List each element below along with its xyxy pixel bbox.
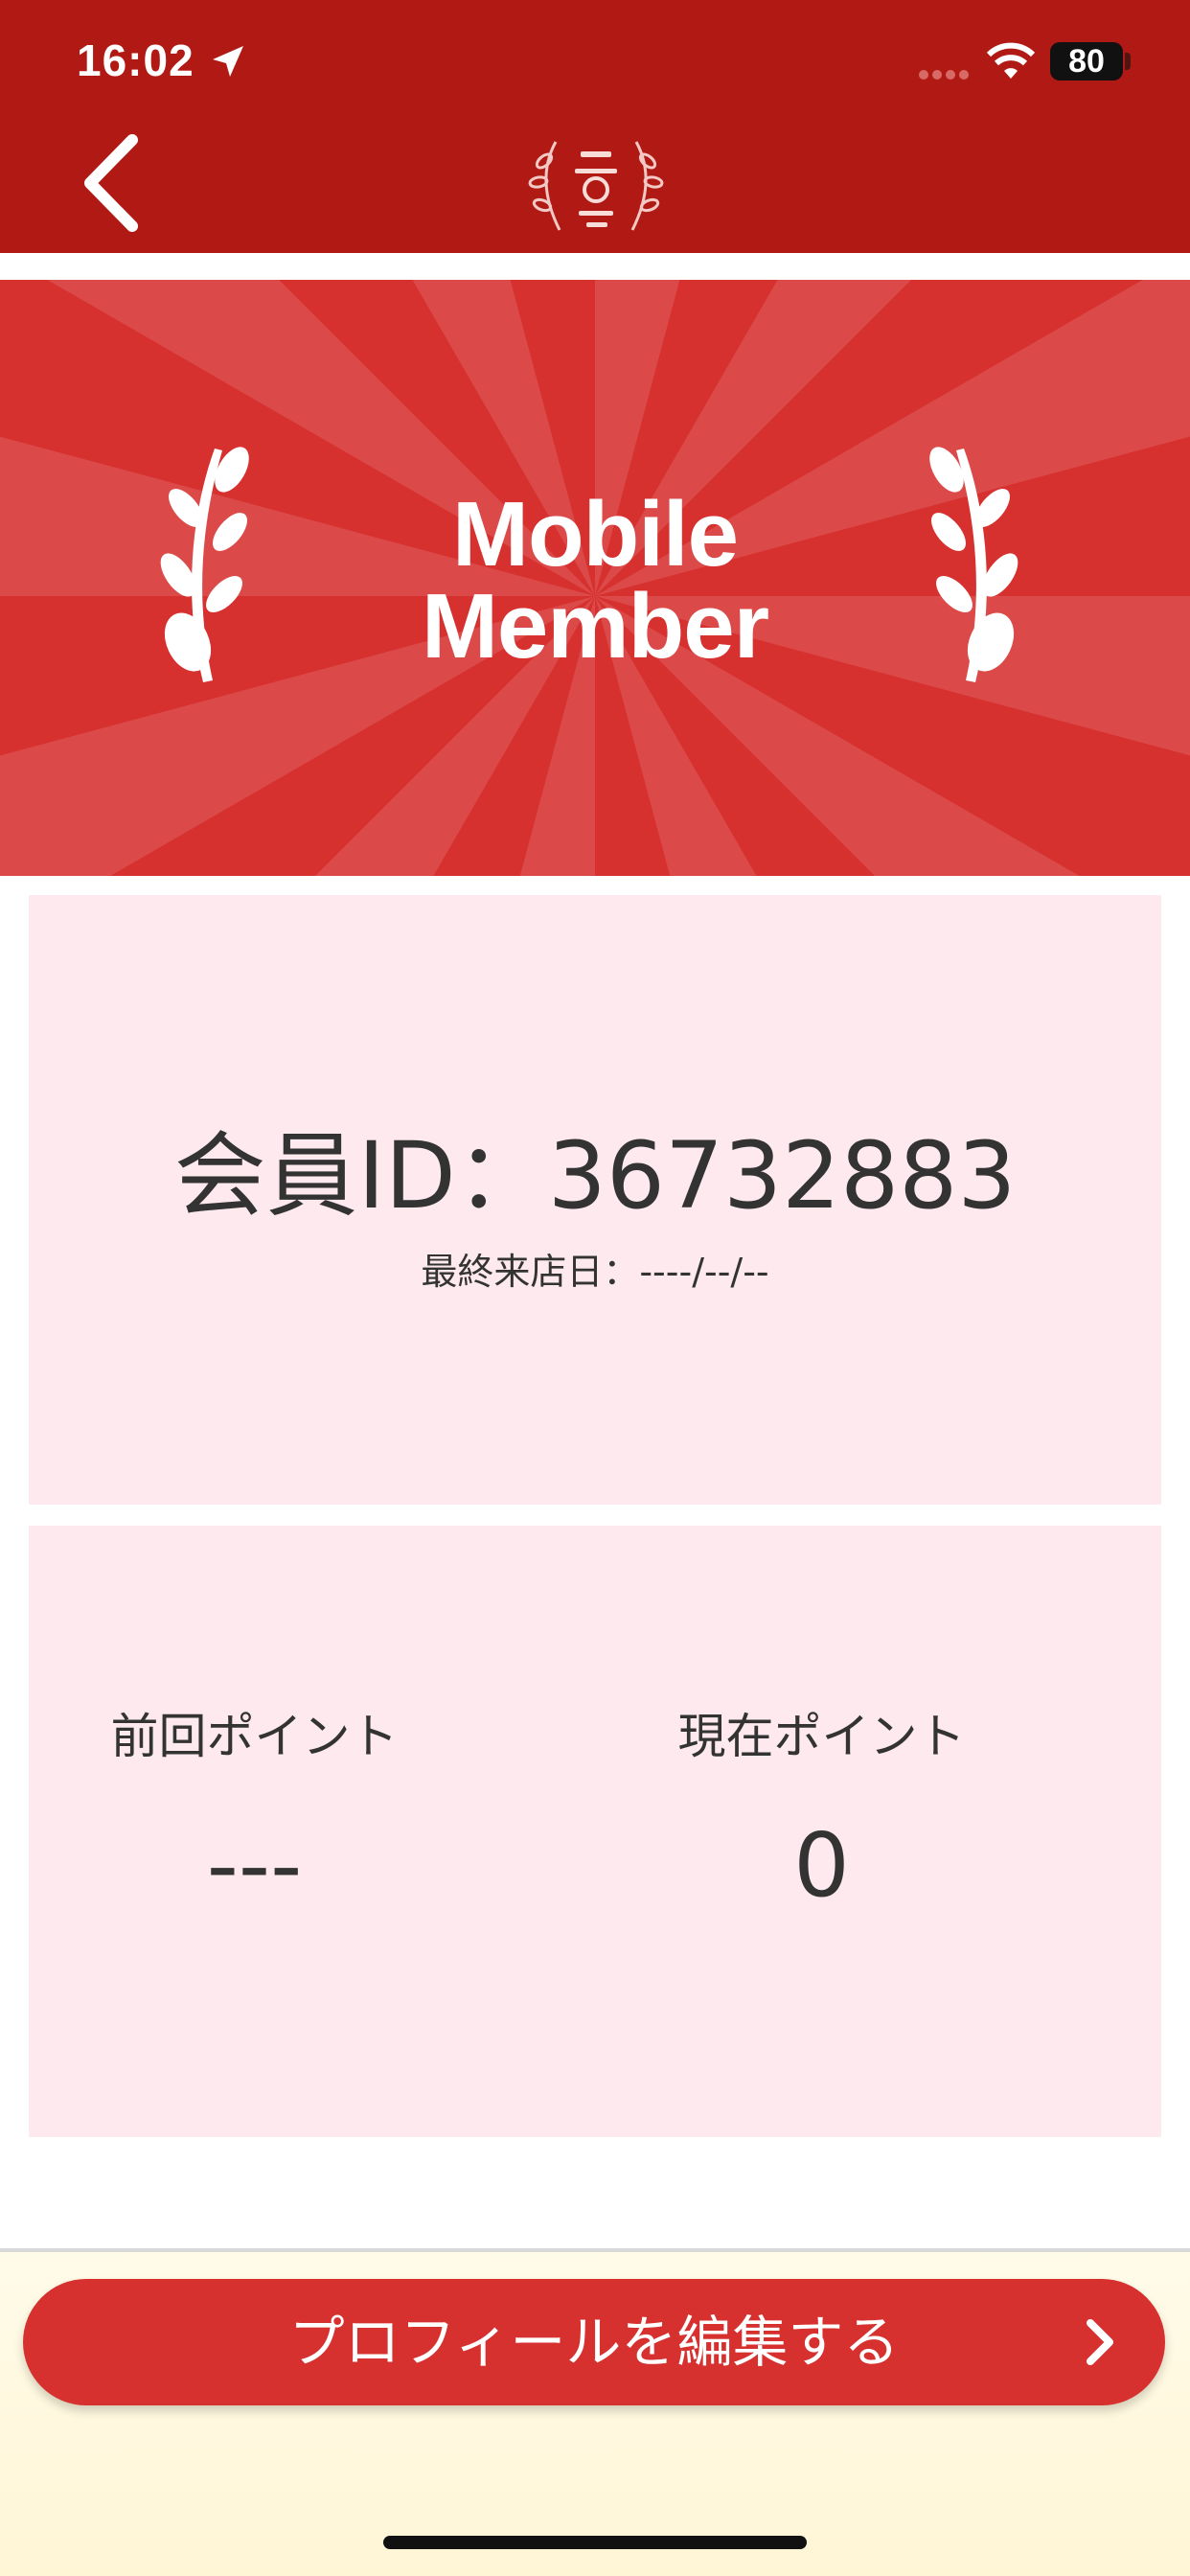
previous-points: 前回ポイント --- — [0, 1708, 538, 1919]
laurel-rice-logo — [528, 141, 664, 231]
current-points-value: 0 — [793, 1814, 850, 1917]
chevron-left-icon — [84, 134, 138, 232]
mobile-member-banner: Mobile Member — [0, 280, 1190, 876]
member-id: 会員ID：36732883 — [173, 1122, 1017, 1230]
chevron-right-icon — [1087, 2319, 1113, 2365]
battery-level: 80 — [1068, 43, 1105, 80]
home-indicator — [383, 2536, 807, 2549]
edit-profile-label: プロフィールを編集する — [288, 2310, 900, 2375]
current-points-label: 現在ポイント — [677, 1709, 966, 1764]
laurel-right-icon — [929, 447, 1018, 682]
previous-points-value: --- — [206, 1814, 303, 1917]
points-card: 前回ポイント --- 現在ポイント 0 — [29, 1526, 1161, 2137]
status-time: 16:02 — [77, 35, 195, 85]
battery-tip — [1125, 53, 1131, 70]
app-header: 16:02 80 — [0, 0, 1190, 253]
location-arrow-icon — [213, 46, 243, 77]
battery-icon: 80 — [1050, 42, 1123, 80]
wifi-icon — [986, 42, 1036, 79]
member-id-card: 会員ID：36732883 最終来店日：----/--/-- — [29, 895, 1161, 1505]
current-points: 現在ポイント 0 — [538, 1708, 1105, 1919]
last-visit-date: 最終来店日：----/--/-- — [421, 1251, 769, 1293]
edit-profile-button[interactable]: プロフィールを編集する — [23, 2279, 1165, 2405]
previous-points-label: 前回ポイント — [110, 1709, 399, 1764]
signal-icon — [919, 70, 969, 80]
back-button[interactable] — [77, 130, 163, 245]
